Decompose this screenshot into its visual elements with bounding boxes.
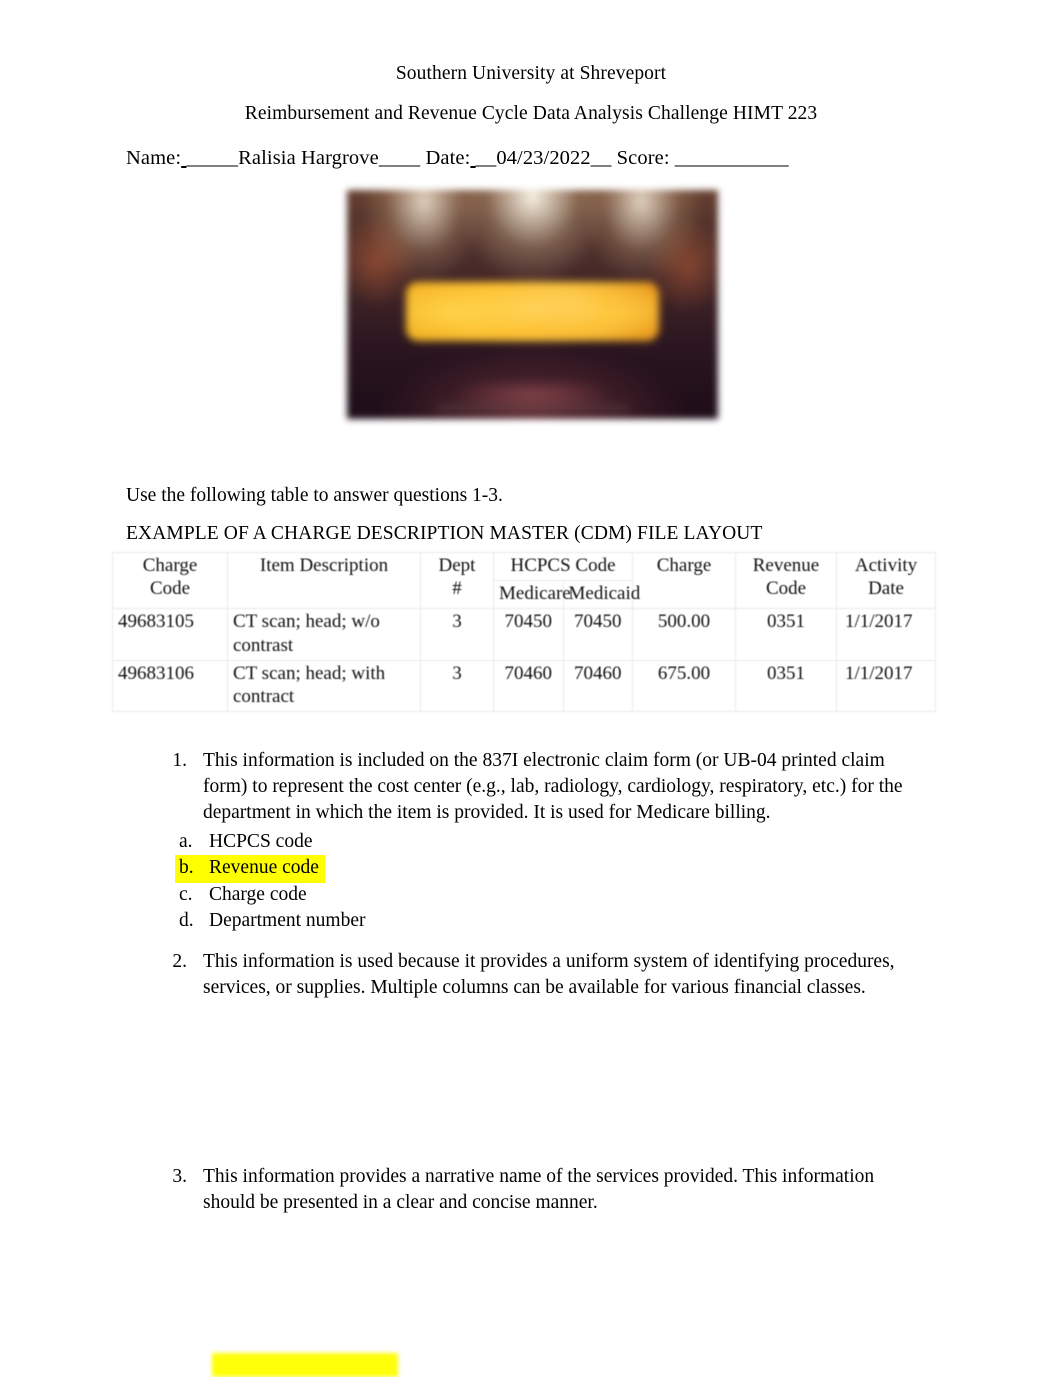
header-dept: Dept #	[420, 551, 494, 610]
option-a[interactable]: a. HCPCS code	[155, 829, 927, 856]
header-dept-line2: #	[452, 578, 462, 600]
question-1-number: 1.	[172, 750, 187, 771]
table-row: 49683106 CT scan; head; with contract 3 …	[112, 659, 936, 713]
option-a-label: HCPCS code	[209, 830, 313, 852]
question-2-text: This information is used because it prov…	[203, 951, 895, 998]
cell-item-description: CT scan; head; w/o contrast	[227, 608, 421, 661]
name-label: Name:	[126, 147, 182, 169]
table-title: EXAMPLE OF A CHARGE DESCRIPTION MASTER (…	[126, 523, 763, 544]
date-label: Date:	[425, 147, 471, 169]
header-medicaid: Medicaid	[562, 580, 640, 610]
header-item-description: Item Description	[227, 551, 421, 610]
header-activity-date-line2: Date	[868, 578, 904, 600]
image-glow-text	[406, 281, 659, 342]
bottom-cutoff-highlight	[212, 1353, 398, 1377]
date-blank-after: __	[590, 147, 612, 169]
date-blank-before: __	[475, 147, 497, 169]
cell-dept: 3	[420, 608, 494, 661]
header-revenue-code-line1: Revenue	[752, 555, 820, 576]
option-d-label: Department number	[209, 910, 366, 932]
cell-revenue-code: 0351	[735, 659, 837, 713]
cell-charge: 500.00	[632, 608, 736, 661]
score-label: Score:	[616, 147, 670, 169]
header-charge-code-line1: Charge	[142, 555, 198, 576]
header-charge-code-line2: Code	[149, 578, 191, 600]
course-title: Reimbursement and Revenue Cycle Data Ana…	[244, 103, 818, 124]
option-c[interactable]: c. Charge code	[155, 882, 927, 909]
cell-charge: 675.00	[632, 659, 736, 713]
header-activity-date: Activity Date	[836, 551, 936, 610]
option-b[interactable]: b.Revenue code Revenue code	[155, 855, 927, 883]
instruction-text: Use the following table to answer questi…	[126, 485, 503, 506]
score-blank[interactable]: ___________	[675, 147, 789, 169]
question-3-text: This information provides a narrative na…	[203, 1166, 875, 1213]
document-page: Southern University at Shreveport Reimbu…	[0, 0, 1062, 1377]
cdm-table-wrapper: Charge Code Item Description Dept # HCPC…	[112, 551, 936, 713]
header-revenue-code-line2: Code	[765, 578, 807, 600]
image-caption-bar	[436, 402, 629, 415]
option-d[interactable]: d. Department number	[155, 908, 927, 935]
header-charge-code: Charge Code	[112, 551, 228, 610]
header-charge: Charge	[632, 551, 736, 610]
cell-activity-date: 1/1/2017	[836, 608, 936, 661]
cell-activity-date: 1/1/2017	[836, 659, 936, 713]
header-activity-date-line1: Activity	[854, 555, 918, 576]
question-1: 1. This information is included on the 8…	[155, 748, 927, 935]
option-c-label: Charge code	[209, 883, 307, 905]
question-3: 3. This information provides a narrative…	[155, 1164, 927, 1216]
question-1-options: a. HCPCS code b.Revenue code Revenue cod…	[155, 829, 927, 935]
option-b-letter: b.	[179, 857, 194, 879]
header-revenue-code: Revenue Code	[735, 551, 837, 610]
university-title: Southern University at Shreveport	[395, 63, 667, 84]
cell-item-description: CT scan; head; with contract	[227, 659, 421, 713]
question-1-text: This information is included on the 837I…	[203, 750, 903, 823]
table-row: 49683105 CT scan; head; w/o contrast 3 7…	[112, 608, 936, 661]
cell-medicaid: 70450	[562, 608, 633, 661]
cdm-table: Charge Code Item Description Dept # HCPC…	[112, 551, 936, 713]
student-info-line: Name: _____Ralisia Hargrove____ Date: __…	[126, 147, 789, 170]
option-b-label: Revenue code	[209, 857, 319, 879]
cell-charge-code: 49683106	[112, 659, 228, 713]
option-d-letter: d.	[179, 910, 194, 932]
header-dept-line1: Dept	[438, 555, 476, 576]
decorative-banner-image	[347, 190, 718, 419]
cell-medicare: 70460	[493, 659, 564, 713]
header-medicare: Medicare	[493, 580, 571, 610]
cell-revenue-code: 0351	[735, 608, 837, 661]
header-hcpcs-code-group: HCPCS Code	[493, 551, 633, 582]
question-3-number: 3.	[172, 1166, 187, 1187]
cell-charge-code: 49683105	[112, 608, 228, 661]
name-blank-before: _____	[186, 147, 239, 169]
question-2: 2. This information is used because it p…	[155, 949, 927, 1001]
option-c-letter: c.	[179, 883, 193, 905]
question-2-number: 2.	[172, 951, 187, 972]
name-value[interactable]: Ralisia Hargrove	[238, 147, 379, 169]
name-blank-after: ____	[378, 147, 421, 169]
cell-dept: 3	[420, 659, 494, 713]
option-a-letter: a.	[179, 830, 193, 852]
cell-medicare: 70450	[493, 608, 564, 661]
date-value[interactable]: 04/23/2022	[496, 147, 590, 169]
table-header-row-1: Charge Code Item Description Dept # HCPC…	[112, 551, 936, 610]
cell-medicaid: 70460	[562, 659, 633, 713]
